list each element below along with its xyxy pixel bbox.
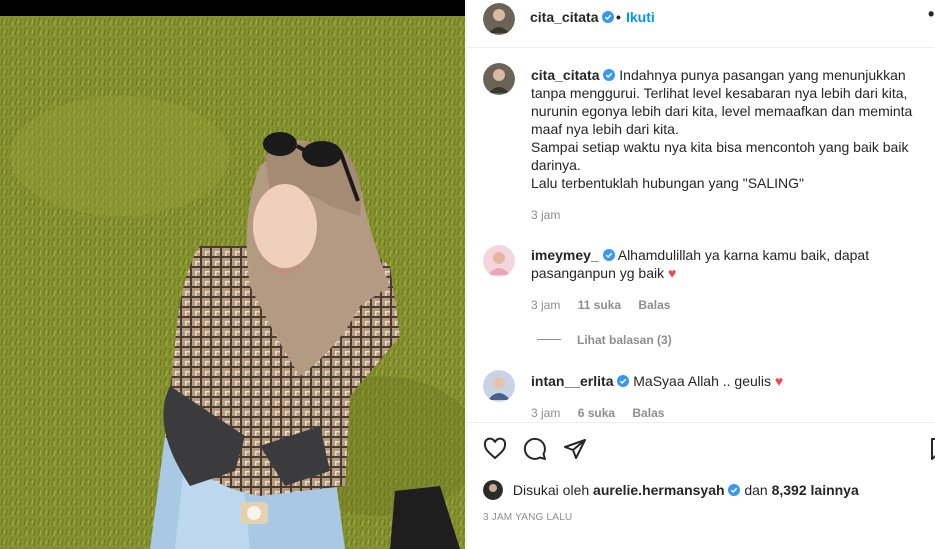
comment-text: intan__erlita MaSyaa Allah .. geulis ♥: [531, 372, 921, 390]
caption-username[interactable]: cita_citata: [531, 67, 599, 83]
commenter-avatar-image: [483, 370, 515, 402]
comment-text: imeymey_ Alhamdulillah ya karna kamu bai…: [531, 246, 921, 282]
caption-line: darinya.: [531, 157, 581, 173]
author-avatar[interactable]: [483, 3, 515, 35]
comment-time: 3 jam: [531, 406, 561, 420]
post-details-panel: cita_citata • Ikuti • cita_citata Indahn…: [466, 0, 935, 549]
verified-badge-icon: [602, 249, 615, 261]
replies-divider-line: [537, 339, 561, 340]
author-username-link[interactable]: cita_citata: [530, 9, 615, 25]
caption-line: Lalu terbentuklah hubungan yang "SALING": [531, 175, 805, 191]
likes-count[interactable]: 8,392 lainnya: [772, 482, 859, 498]
bookmark-icon[interactable]: [928, 437, 935, 461]
reply-button[interactable]: Balas: [632, 406, 664, 420]
caption-text: cita_citata Indahnya punya pasangan yang…: [531, 66, 921, 192]
post-photo[interactable]: [0, 16, 465, 549]
caption-line: Indahnya punya pasangan yang menunjukkan: [619, 67, 906, 83]
commenter-avatar[interactable]: [483, 245, 515, 277]
comment-meta: 3 jam 6 suka Balas: [531, 406, 664, 420]
reply-button[interactable]: Balas: [638, 298, 670, 312]
comment-likes[interactable]: 11 suka: [578, 298, 621, 312]
comment-icon[interactable]: [523, 437, 547, 461]
comment-line: MaSyaa Allah .. geulis: [633, 373, 772, 389]
caption-line: Sampai setiap waktu nya kita bisa mencon…: [531, 139, 909, 155]
caption-line: maaf nya lebih dari kita.: [531, 121, 679, 137]
post-header: cita_citata • Ikuti •: [467, 0, 935, 48]
likes-summary: Disukai oleh aurelie.hermansyah dan 8,39…: [483, 480, 859, 500]
comments-section: cita_citata Indahnya punya pasangan yang…: [467, 48, 935, 422]
verified-badge-icon: [602, 11, 615, 23]
verified-badge-icon: [603, 69, 616, 81]
liker-avatar[interactable]: [483, 480, 503, 500]
verified-badge-icon: [617, 375, 630, 387]
heart-icon[interactable]: [483, 437, 507, 461]
caption-line: nurunin egonya lebih dari kita, level me…: [531, 103, 913, 119]
red-heart-emoji: ♥: [774, 373, 784, 389]
verified-badge-icon: [728, 484, 741, 496]
view-replies-label: Lihat balasan (3): [577, 333, 672, 347]
comment-likes[interactable]: 6 suka: [578, 406, 615, 420]
follow-button[interactable]: Ikuti: [626, 9, 655, 25]
comment-line: Alhamdulillah ya karna kamu baik, dapat: [617, 247, 870, 263]
header-separator: •: [616, 9, 621, 25]
comment-line: pasanganpun yg baik: [531, 265, 665, 281]
commenter-avatar-image: [483, 245, 515, 277]
liker-username[interactable]: aurelie.hermansyah: [593, 482, 725, 498]
post-actions: Disukai oleh aurelie.hermansyah dan 8,39…: [467, 422, 935, 549]
commenter-avatar[interactable]: [483, 370, 515, 402]
red-heart-emoji: ♥: [668, 265, 677, 281]
comment-username[interactable]: intan__erlita: [531, 373, 613, 389]
author-username: cita_citata: [530, 9, 599, 25]
view-replies-button[interactable]: Lihat balasan (3): [537, 333, 672, 347]
post-photo-illustration: [0, 16, 465, 549]
author-avatar-image: [483, 3, 515, 35]
caption-avatar-image: [483, 63, 515, 95]
caption-time: 3 jam: [531, 208, 561, 222]
likes-conj: dan: [744, 482, 768, 498]
likes-prefix: Disukai oleh: [512, 482, 590, 498]
caption-author-avatar[interactable]: [483, 63, 515, 95]
instagram-post-view: cita_citata • Ikuti • cita_citata Indahn…: [0, 0, 935, 549]
more-options-icon[interactable]: •: [928, 4, 934, 25]
comment-meta: 3 jam 11 suka Balas: [531, 298, 670, 312]
comment-time: 3 jam: [531, 298, 561, 312]
post-timestamp[interactable]: 3 JAM YANG LALU: [483, 512, 572, 523]
paper-plane-icon[interactable]: [563, 437, 587, 461]
liker-avatar-image: [483, 480, 503, 500]
photo-top-bar: [0, 0, 465, 16]
caption-line: tanpa menggurui. Terlihat level kesabara…: [531, 85, 908, 101]
comment-username[interactable]: imeymey_: [531, 247, 599, 263]
